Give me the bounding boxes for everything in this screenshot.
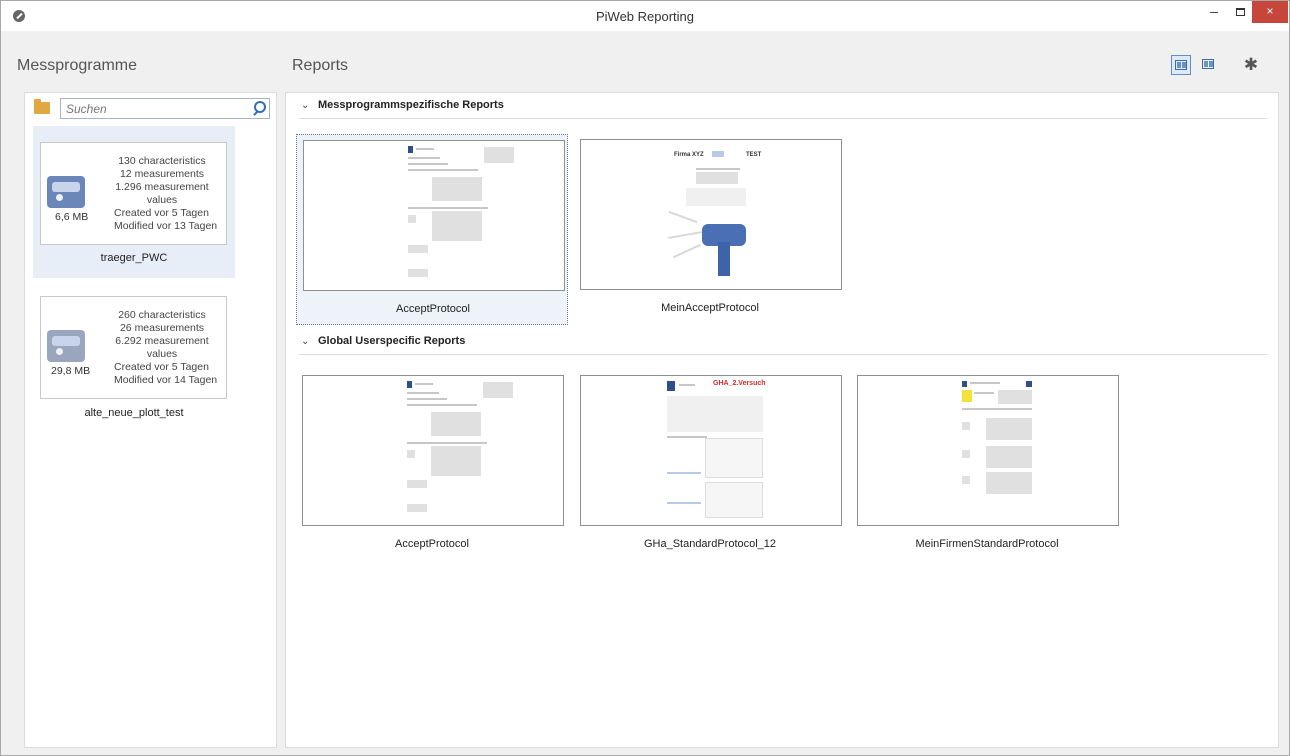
chevron-down-icon: ⌄ [301,100,310,111]
status-bar [1,749,1289,755]
thumb-versuch-text: GHA_2.Versuch [713,380,766,387]
program-measurements: 12 measurements [119,168,205,180]
maximize-button[interactable] [1227,1,1253,23]
title-bar: PiWeb Reporting – × [1,1,1289,31]
program-card[interactable]: 130 characteristics 12 measurements 1.29… [40,142,227,245]
program-characteristics: 130 characteristics [118,155,206,167]
report-name: AcceptProtocol [396,303,470,315]
search-placeholder: Suchen [66,102,107,116]
search-row: Suchen [33,97,271,119]
reports-pane: ⌄ Messprogrammspezifische Reports Accept… [285,92,1279,748]
program-dates: Created vor 5 Tagen Modified vor 14 Tage… [114,361,217,387]
program-created: Created vor 5 Tagen [114,207,209,219]
program-thumbnail [47,330,85,362]
program-item[interactable]: 260 characteristics 26 measurements 6.29… [33,281,235,421]
gear-icon: ✱ [1243,55,1259,74]
section-label: Global Userspecific Reports [318,335,466,347]
maximize-icon [1235,8,1245,17]
report-tile[interactable]: MeinFirmenStandardProtocol [851,370,1123,561]
thumb-firma-text: Firma XYZ [674,152,704,158]
program-characteristics: 260 characteristics [118,309,206,321]
program-stats: 130 characteristics 12 measurements 1.29… [99,155,225,207]
large-tiles-icon [1175,60,1187,70]
section-header[interactable]: ⌄ Messprogrammspezifische Reports [299,97,1267,119]
minimize-button[interactable]: – [1201,1,1227,23]
report-thumbnail: GHA_2.Versuch [580,375,842,526]
programs-heading: Messprogramme [17,57,138,74]
reports-heading: Reports [292,57,349,74]
program-name: traeger_PWC [100,252,168,264]
program-measurements: 26 measurements [119,322,205,334]
report-name: MeinFirmenStandardProtocol [915,538,1059,550]
large-view-button[interactable] [1171,55,1191,75]
program-values: 6.292 measurement values [115,335,209,360]
program-card[interactable]: 260 characteristics 26 measurements 6.29… [40,296,227,399]
section-label: Messprogrammspezifische Reports [318,99,504,111]
report-thumbnail [302,375,564,526]
app-window: PiWeb Reporting – × Messprogramme Report… [0,0,1290,756]
close-button[interactable]: × [1252,1,1288,23]
report-tile[interactable]: Firma XYZ TEST MeinAcceptProtocol [574,134,846,325]
report-page-preview [958,378,1038,520]
program-item[interactable]: 130 characteristics 12 measurements 1.29… [33,126,235,278]
program-modified: Modified vor 13 Tagen [114,220,218,232]
settings-button[interactable]: ✱ [1241,55,1261,75]
chevron-down-icon: ⌄ [301,336,310,347]
report-page-preview: GHA_2.Versuch [663,378,767,520]
small-view-button[interactable] [1199,55,1219,75]
report-name: MeinAcceptProtocol [661,302,759,314]
search-icon[interactable] [252,101,266,115]
program-name: alte_neue_plott_test [84,407,184,419]
folder-icon[interactable] [34,99,50,114]
report-page-preview [403,378,513,520]
search-input[interactable]: Suchen [60,98,270,119]
report-name: AcceptProtocol [395,538,469,550]
report-tile[interactable]: GHA_2.Versuch GHa_StandardProtocol_12 [574,370,846,561]
header-row: Messprogramme Reports ✱ [1,31,1289,91]
thumb-test-text: TEST [746,152,762,158]
report-tile[interactable]: AcceptProtocol [296,370,568,561]
report-tile[interactable]: AcceptProtocol [296,134,568,325]
section-header[interactable]: ⌄ Global Userspecific Reports [299,333,1267,355]
program-size: 6,6 MB [55,211,89,223]
program-size: 29,8 MB [51,365,91,377]
report-thumbnail: Firma XYZ TEST [580,139,842,290]
programs-pane: Suchen 130 characteristics 12 measuremen… [24,92,277,748]
window-title: PiWeb Reporting [595,9,695,24]
report-page-preview: Firma XYZ TEST [666,142,776,284]
report-name: GHa_StandardProtocol_12 [643,538,777,550]
report-thumbnail [857,375,1119,526]
program-dates: Created vor 5 Tagen Modified vor 13 Tage… [114,207,217,233]
program-thumbnail [47,176,85,208]
report-thumbnail [303,140,565,291]
report-page-preview [404,143,514,285]
program-stats: 260 characteristics 26 measurements 6.29… [99,309,225,361]
program-created: Created vor 5 Tagen [114,361,209,373]
program-values: 1.296 measurement values [115,181,209,206]
program-modified: Modified vor 14 Tagen [114,374,218,386]
small-tiles-icon [1202,59,1214,69]
